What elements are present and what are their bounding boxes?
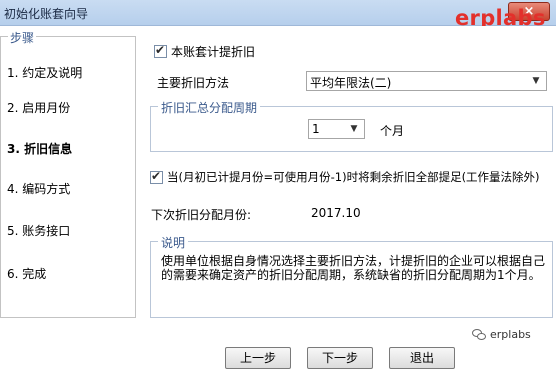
watermark-footer: erplabs [472,328,531,341]
last-month-checkbox[interactable]: ✔ [150,168,163,184]
chevron-down-icon[interactable]: ▼ [347,121,361,137]
last-month-row[interactable]: ✔ 当(月初已计提月份=可使用月份-1)时将剩余折旧全部提足(工作量法除外) [150,169,540,185]
enable-depreciation-label: 本账套计提折旧 [171,45,256,59]
step-item: 5. 账务接口 [7,224,71,238]
method-value: 平均年限法(二) [310,76,392,90]
period-value: 1 [312,122,320,136]
wizard-content: 步骤 1. 约定及说明 2. 启用月份 3. 折旧信息 4. 编码方式 5. 账… [0,26,556,371]
enable-depreciation-row[interactable]: ✔ 本账套计提折旧 [154,43,255,60]
period-select[interactable]: 1 ▼ [308,119,365,139]
enable-depreciation-checkbox[interactable]: ✔ [154,43,167,58]
next-button[interactable]: 下一步 [307,347,373,369]
steps-legend: 步骤 [8,29,37,46]
check-icon: ✔ [151,168,162,183]
next-month-value: 2017.10 [311,206,361,220]
description-group: 说明 使用单位根据自身情况选择主要折旧方法，计提折旧的企业可以根据自己的需要来确… [150,234,553,318]
period-group: 折旧汇总分配周期 1 ▼ 个月 [150,99,553,152]
prev-button[interactable]: 上一步 [225,347,291,369]
step-item: 1. 约定及说明 [7,66,83,80]
step-item-active: 3. 折旧信息 [7,142,73,156]
method-select[interactable]: 平均年限法(二) ▼ [306,71,547,91]
check-icon: ✔ [155,43,166,57]
window-title: 初始化账套向导 [4,7,89,21]
step-item: 6. 完成 [7,267,47,281]
period-unit: 个月 [380,124,405,138]
steps-panel: 步骤 1. 约定及说明 2. 启用月份 3. 折旧信息 4. 编码方式 5. 账… [0,29,136,318]
description-legend: 说明 [158,234,189,251]
next-month-label: 下次折旧分配月份: [151,208,252,222]
chevron-down-icon[interactable]: ▼ [529,73,543,89]
last-month-label: 当(月初已计提月份=可使用月份-1)时将剩余折旧全部提足(工作量法除外) [167,170,540,184]
exit-button[interactable]: 退出 [389,347,455,369]
watermark-footer-text: erplabs [490,328,531,341]
description-text: 使用单位根据自身情况选择主要折旧方法，计提折旧的企业可以根据自己的需要来确定资产… [161,254,546,282]
step-item: 4. 编码方式 [7,182,71,196]
period-legend: 折旧汇总分配周期 [158,99,261,116]
method-label: 主要折旧方法 [157,76,230,90]
step-item: 2. 启用月份 [7,101,71,115]
wechat-icon [472,328,486,341]
